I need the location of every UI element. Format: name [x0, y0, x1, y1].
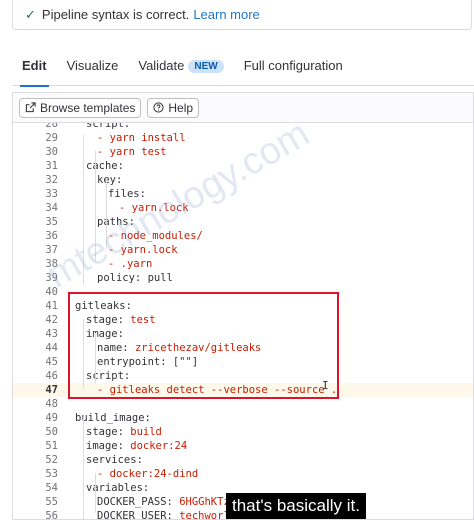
line-number: 42: [45, 314, 58, 326]
line-code: script:: [86, 122, 131, 130]
line-number: 54: [45, 482, 58, 494]
line-number: 53: [45, 468, 58, 480]
external-link-icon: [25, 102, 36, 113]
line-number: 49: [45, 412, 58, 424]
line-number: 48: [45, 398, 58, 410]
line-number: 43: [45, 328, 58, 340]
indent-guide: [106, 179, 107, 249]
line-code: stage: build: [86, 426, 162, 438]
tab-edit-label: Edit: [22, 58, 47, 73]
line-number: 37: [45, 244, 58, 256]
line-code: - yarn install: [97, 132, 186, 144]
line-code: - yarn.lock: [119, 202, 189, 214]
validation-banner: ✓ Pipeline syntax is correct. Learn more: [12, 0, 472, 30]
line-number: 28: [45, 122, 58, 130]
line-number: 55: [45, 496, 58, 508]
question-circle-icon: [153, 102, 164, 113]
new-badge: NEW: [188, 60, 224, 73]
line-code: - yarn test: [97, 146, 167, 158]
indent-guide: [95, 151, 96, 261]
learn-more-link[interactable]: Learn more: [193, 7, 259, 22]
line-number: 51: [45, 440, 58, 452]
line-code: cache:: [86, 160, 124, 172]
editor-toolbar: Browse templates Help: [12, 92, 474, 122]
line-code: - docker:24-dind: [97, 468, 199, 480]
line-number: 33: [45, 188, 58, 200]
line-code: - node_modules/: [108, 230, 203, 242]
line-code: policy: pull: [97, 272, 173, 284]
line-code: services:: [86, 454, 143, 466]
code-line[interactable]: 28 script:: [13, 122, 473, 131]
line-number: 41: [45, 300, 58, 312]
line-number: 45: [45, 356, 58, 368]
help-button[interactable]: Help: [147, 97, 200, 118]
line-code: image: docker:24: [86, 440, 188, 452]
tab-edit[interactable]: Edit: [12, 50, 57, 87]
line-number: 46: [45, 370, 58, 382]
line-number: 38: [45, 258, 58, 270]
line-number: 32: [45, 174, 58, 186]
text-cursor-icon: I: [322, 379, 329, 392]
tab-visualize-label: Visualize: [66, 58, 119, 73]
browse-templates-button[interactable]: Browse templates: [19, 97, 142, 118]
line-number: 29: [45, 132, 58, 144]
line-number: 36: [45, 230, 58, 242]
indent-guide: [83, 417, 84, 519]
check-icon: ✓: [25, 6, 36, 22]
line-code: key:: [97, 174, 123, 186]
line-code: paths:: [97, 216, 135, 228]
line-code: files:: [108, 188, 146, 200]
tab-visualize[interactable]: Visualize: [57, 50, 129, 86]
validation-message: Pipeline syntax is correct.: [41, 7, 190, 22]
line-number: 52: [45, 454, 58, 466]
line-number: 31: [45, 160, 58, 172]
line-number: 50: [45, 426, 58, 438]
code-line[interactable]: 48: [13, 397, 473, 411]
line-code: - yarn.lock: [108, 244, 178, 256]
line-code: build_image:: [75, 412, 151, 424]
indent-guide: [95, 473, 96, 513]
tab-full-configuration-label: Full configuration: [243, 58, 343, 73]
browse-templates-label: Browse templates: [40, 100, 136, 115]
tab-validate[interactable]: Validate NEW: [128, 50, 233, 86]
tab-full-configuration[interactable]: Full configuration: [234, 50, 353, 86]
editor-tabs: Edit Visualize Validate NEW Full configur…: [12, 50, 474, 87]
line-number: 39: [45, 272, 58, 284]
help-label: Help: [168, 100, 194, 115]
line-number: 30: [45, 146, 58, 158]
line-number: 47: [45, 384, 58, 396]
line-number: 40: [45, 286, 58, 298]
line-number: 35: [45, 216, 58, 228]
line-code: DOCKER_USER: techworld: [97, 510, 237, 520]
line-number: 44: [45, 342, 58, 354]
line-number: 56: [45, 510, 58, 520]
video-caption: that's basically it.: [226, 493, 366, 519]
line-number: 34: [45, 202, 58, 214]
tab-validate-label: Validate: [138, 58, 185, 73]
highlight-box: [68, 292, 339, 399]
line-code: - .yarn: [108, 258, 153, 270]
indent-guide: [83, 135, 84, 285]
